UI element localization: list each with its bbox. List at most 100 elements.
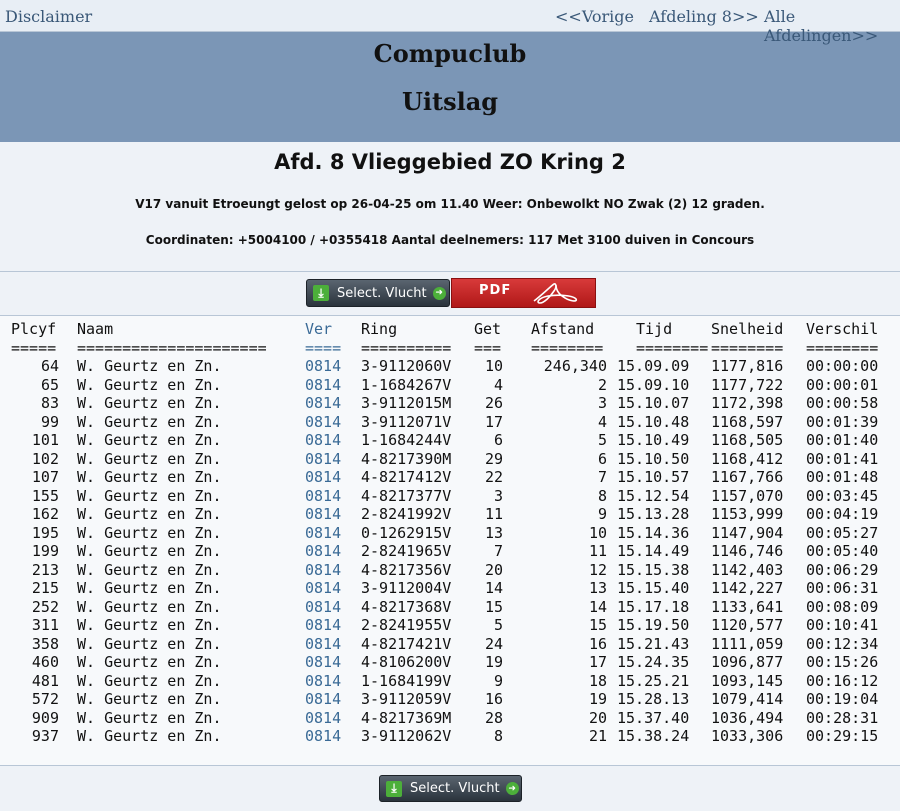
arrow-right-icon: ➜	[432, 286, 446, 300]
header-afstand: Afstand	[531, 320, 595, 338]
cell-snelheid: 1168,505	[711, 431, 784, 449]
cell-verschil: 00:01:48	[806, 468, 879, 486]
alle-afdelingen-link[interactable]: Alle Afdelingen>>	[764, 7, 900, 45]
table-row: 155 W. Geurtz en Zn. 0814 4-8217377V 3 8 15.12…	[0, 487, 900, 506]
page-title: Uitslag	[401, 87, 499, 116]
cell-tijd: 15.10.49	[617, 431, 690, 449]
cell-vereniging[interactable]: 0814	[305, 561, 341, 580]
header-vereniging: Ver	[305, 320, 333, 338]
disclaimer-link[interactable]: Disclaimer	[5, 7, 92, 26]
cell-tijd: 15.09.09	[617, 357, 690, 375]
cell-tijd: 15.15.38	[617, 560, 690, 579]
cell-placing: 358	[31, 634, 59, 653]
cell-ring: 4-8217421V	[361, 634, 452, 653]
cell-gekorfd: 11	[484, 505, 503, 523]
cell-ring: 4-8217368V	[361, 597, 452, 616]
header-tijd: Tijd	[636, 320, 673, 338]
cell-afstand: 15	[588, 616, 607, 634]
cell-name: W. Geurtz en Zn.	[77, 357, 222, 375]
header-ring: Ring	[361, 320, 398, 338]
cell-vereniging[interactable]: 0814	[305, 413, 341, 432]
cell-vereniging[interactable]: 0814	[305, 598, 341, 617]
cell-tijd: 15.28.13	[617, 690, 690, 708]
cell-snelheid: 1093,145	[711, 671, 784, 690]
cell-verschil: 00:05:27	[806, 523, 879, 542]
cell-tijd: 15.25.21	[617, 671, 690, 690]
table-row: 481 W. Geurtz en Zn. 0814 1-1684199V 9 18 15.2…	[0, 672, 900, 691]
cell-gekorfd: 26	[484, 394, 503, 412]
cell-vereniging[interactable]: 0814	[305, 635, 341, 654]
cell-gekorfd: 16	[484, 690, 503, 708]
cell-vereniging[interactable]: 0814	[305, 542, 341, 561]
cell-snelheid: 1153,999	[711, 505, 784, 523]
flight-info: V17 vanuit Etroeungt gelost op 26-04-25 …	[135, 197, 765, 211]
cell-gekorfd: 14	[484, 579, 503, 597]
cell-placing: 99	[40, 412, 59, 431]
cell-vereniging[interactable]: 0814	[305, 709, 341, 728]
cell-placing: 311	[31, 616, 59, 634]
cell-snelheid: 1111,059	[711, 634, 784, 653]
cell-ring: 4-8217390M	[361, 449, 452, 468]
cell-name: W. Geurtz en Zn.	[77, 486, 222, 505]
table-row: 195 W. Geurtz en Zn. 0814 0-1262915V 13 10 15.…	[0, 524, 900, 543]
table-row: 162 W. Geurtz en Zn. 0814 2-8241992V 11 9 15.1…	[0, 505, 900, 524]
cell-snelheid: 1133,641	[711, 597, 784, 616]
cell-placing: 162	[31, 505, 59, 523]
cell-vereniging[interactable]: 0814	[305, 727, 341, 746]
page-header: Compuclub Uitslag	[0, 32, 900, 142]
header-placing: Plcyf	[11, 320, 57, 338]
pdf-button[interactable]: PDF	[451, 278, 596, 308]
cell-snelheid: ========	[711, 338, 784, 357]
cell-gekorfd: 19	[484, 653, 503, 671]
select-flight-button-bottom[interactable]: ⤓ Select. Vlucht ➜	[379, 775, 522, 802]
cell-ring: 4-8106200V	[361, 653, 452, 671]
cell-placing: 572	[31, 690, 59, 708]
cell-vereniging[interactable]: 0814	[305, 616, 341, 635]
cell-name: W. Geurtz en Zn.	[77, 468, 222, 486]
vorige-link[interactable]: <<Vorige	[555, 7, 634, 26]
cell-vereniging[interactable]: 0814	[305, 357, 341, 376]
cell-vereniging[interactable]: 0814	[305, 579, 341, 598]
cell-vereniging[interactable]: 0814	[305, 487, 341, 506]
cell-tijd: 15.10.07	[617, 394, 690, 412]
cell-placing: 102	[31, 449, 59, 468]
table-row: 311 W. Geurtz en Zn. 0814 2-8241955V 5 15 15.1…	[0, 616, 900, 635]
cell-placing: 107	[31, 468, 59, 486]
cell-verschil: 00:08:09	[806, 597, 879, 616]
cell-verschil: 00:00:01	[806, 375, 879, 394]
arrow-right-icon: ➜	[505, 782, 519, 795]
table-row: 358 W. Geurtz en Zn. 0814 4-8217421V 24 16 15.…	[0, 635, 900, 654]
cell-gekorfd: 13	[484, 523, 503, 542]
select-flight-label: Select. Vlucht	[410, 781, 500, 796]
cell-name: W. Geurtz en Zn.	[77, 523, 222, 542]
select-flight-button[interactable]: ⤓ Select. Vlucht ➜	[306, 279, 450, 307]
cell-name: W. Geurtz en Zn.	[77, 431, 222, 449]
cell-vereniging[interactable]: 0814	[305, 505, 341, 524]
button-row-bottom: ⤓ Select. Vlucht ➜	[0, 766, 900, 810]
cell-vereniging[interactable]: 0814	[305, 394, 341, 413]
cell-ring: 3-9112060V	[361, 357, 452, 375]
cell-vereniging[interactable]: 0814	[305, 524, 341, 543]
cell-vereniging[interactable]: 0814	[305, 468, 341, 487]
cell-afstand: 21	[588, 727, 607, 745]
table-row: 102 W. Geurtz en Zn. 0814 4-8217390M 29 6 15.1…	[0, 450, 900, 469]
cell-vereniging[interactable]: 0814	[305, 690, 341, 709]
cell-verschil: 00:01:41	[806, 449, 879, 468]
cell-name: =====================	[77, 338, 267, 357]
cell-verschil: 00:01:39	[806, 412, 879, 431]
cell-vereniging[interactable]: 0814	[305, 450, 341, 469]
cell-tijd: 15.14.49	[617, 542, 690, 560]
cell-vereniging[interactable]: 0814	[305, 672, 341, 691]
cell-name: W. Geurtz en Zn.	[77, 375, 222, 394]
cell-vereniging[interactable]: 0814	[305, 653, 341, 672]
table-row: 65 W. Geurtz en Zn. 0814 1-1684267V 4 2 15.09.…	[0, 376, 900, 395]
afdeling-8-link[interactable]: Afdeling 8>>	[649, 7, 759, 26]
table-row: 99 W. Geurtz en Zn. 0814 3-9112071V 17 4 15.10…	[0, 413, 900, 432]
select-flight-label: Select. Vlucht	[337, 285, 427, 301]
cell-ring: 3-9112062V	[361, 727, 452, 745]
cell-gekorfd: ===	[474, 338, 502, 357]
cell-afstand: 246,340	[543, 357, 607, 375]
cell-vereniging[interactable]: 0814	[305, 376, 341, 395]
cell-afstand: 14	[588, 597, 607, 616]
cell-vereniging[interactable]: 0814	[305, 431, 341, 450]
